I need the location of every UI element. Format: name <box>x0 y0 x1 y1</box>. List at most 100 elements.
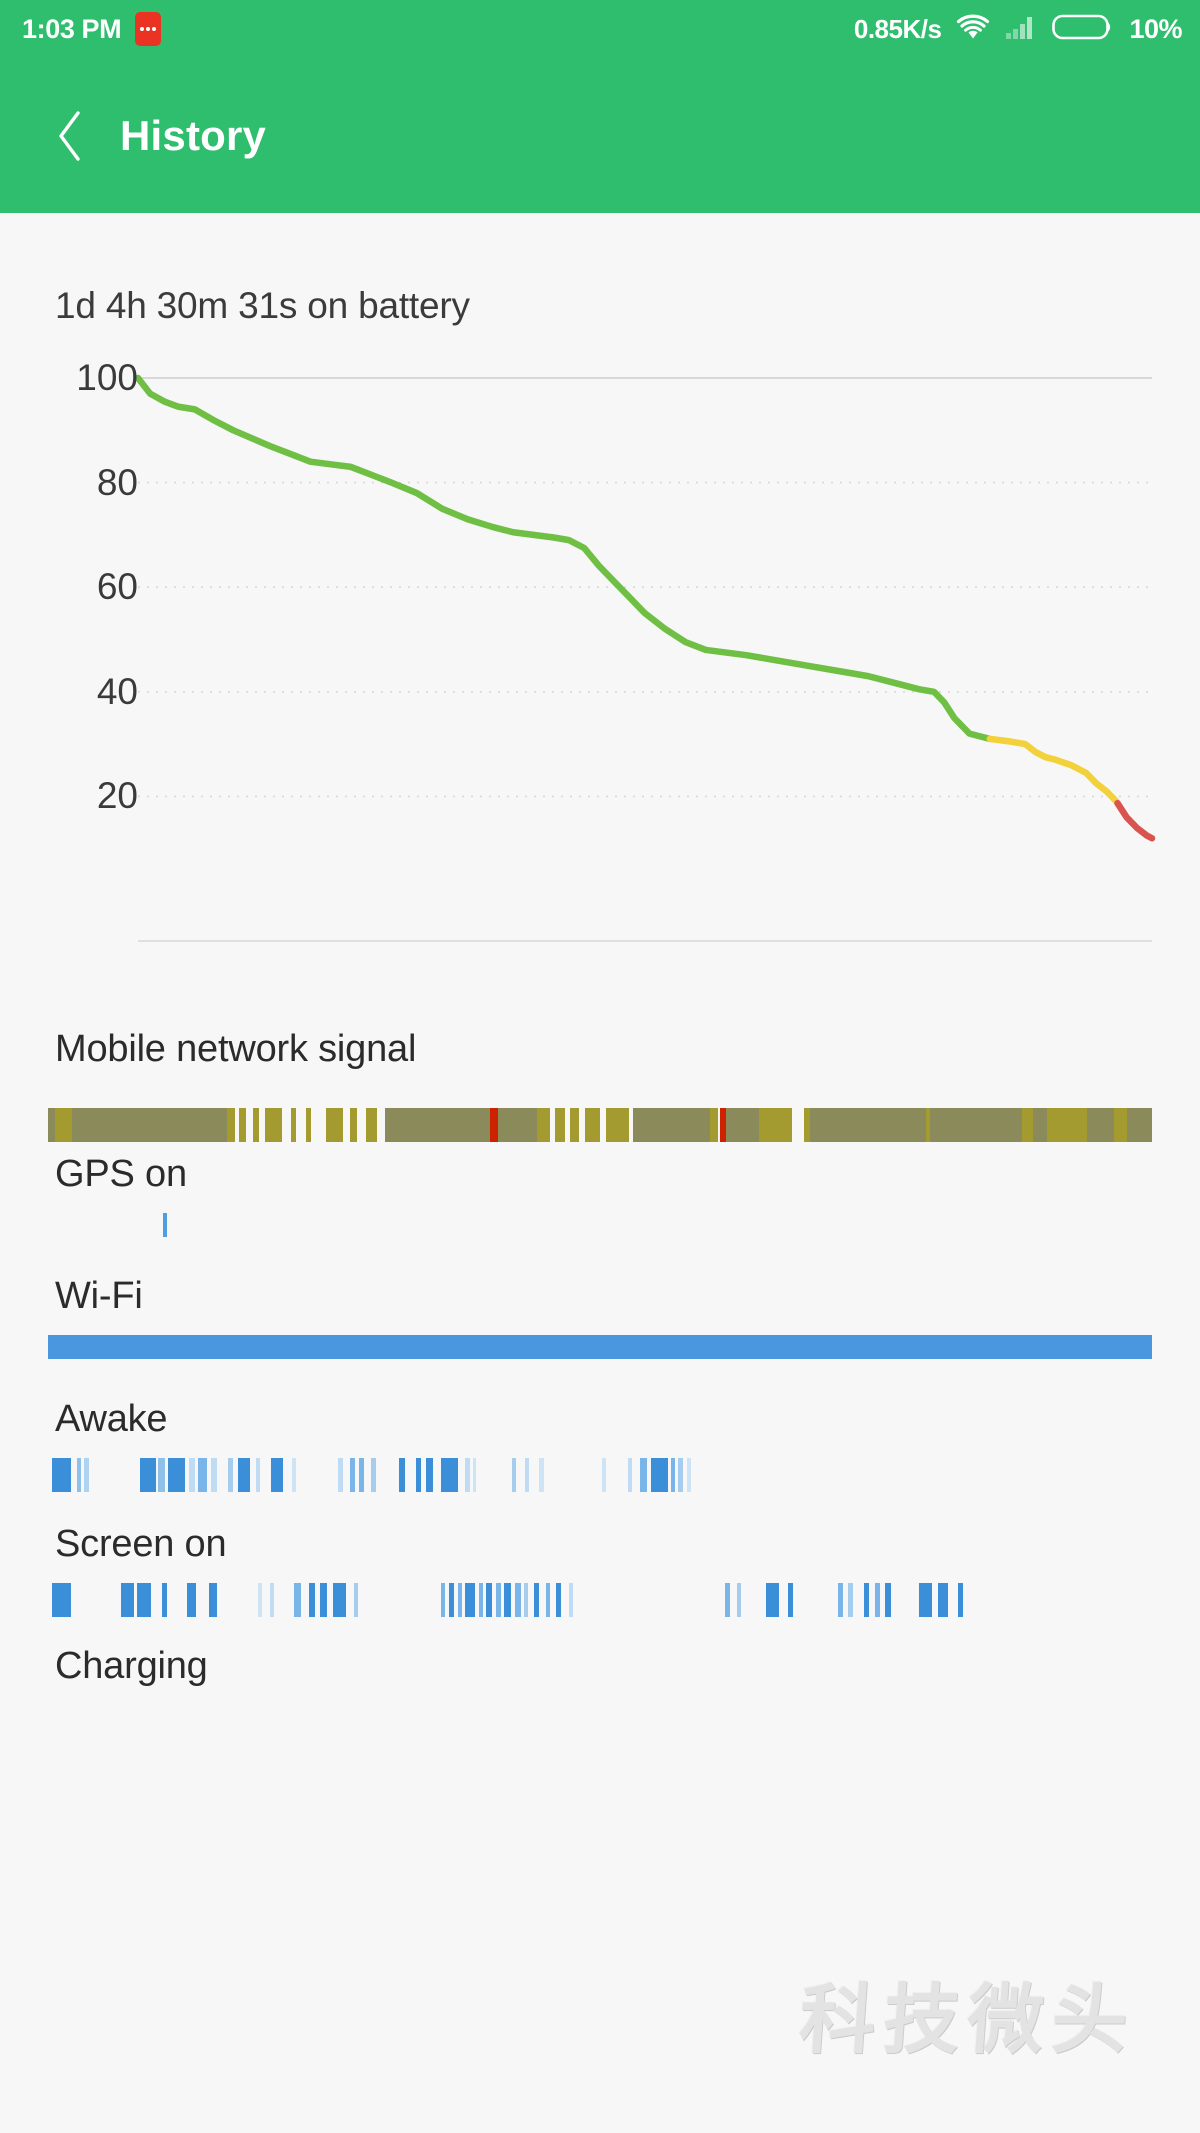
timeline-segment <box>265 1108 282 1142</box>
timeline-segment <box>556 1583 562 1617</box>
timeline-segment <box>759 1108 792 1142</box>
timeline-segment <box>534 1583 540 1617</box>
watermark-char: 科 <box>796 1958 882 2068</box>
timeline-segment <box>416 1458 422 1492</box>
timeline-segment <box>525 1458 529 1492</box>
timeline-segment <box>486 1583 492 1617</box>
timeline-segment <box>725 1583 731 1617</box>
timeline-segment <box>885 1583 892 1617</box>
row-label-gps-on: GPS on <box>55 1153 187 1196</box>
timeline-segment <box>1114 1108 1126 1142</box>
timeline-segment <box>496 1583 500 1617</box>
timeline-segment <box>350 1458 354 1492</box>
status-clock: 1:03 PM <box>22 16 121 43</box>
battery-level-chart: 10080604020 <box>0 358 1200 993</box>
row-label-awake: Awake <box>55 1398 167 1441</box>
timeline-track-mobile-network-signal[interactable] <box>48 1108 1152 1142</box>
timeline-track-wifi[interactable] <box>48 1335 1152 1359</box>
timeline-segment <box>848 1583 852 1617</box>
timeline-segment <box>1033 1108 1047 1142</box>
timeline-segment <box>140 1458 157 1492</box>
timeline-segment <box>810 1108 926 1142</box>
timeline-segment <box>52 1583 71 1617</box>
y-axis-tick-label: 60 <box>97 566 138 608</box>
timeline-segment <box>1087 1108 1115 1142</box>
timeline-segment <box>359 1458 363 1492</box>
timeline-track-gps-on[interactable] <box>48 1213 1152 1237</box>
timeline-segment <box>569 1583 573 1617</box>
timeline-segment <box>449 1583 455 1617</box>
chart-gridlines <box>138 378 1152 941</box>
timeline-segment <box>651 1458 669 1492</box>
timeline-segment <box>633 1108 710 1142</box>
cellular-signal-icon <box>1005 14 1037 45</box>
timeline-segment <box>524 1583 528 1617</box>
timeline-track-charging[interactable] <box>48 1705 1152 1739</box>
row-label-mobile-network-signal: Mobile network signal <box>55 1028 416 1071</box>
timeline-segment <box>55 1108 73 1142</box>
y-axis-tick-label: 80 <box>97 462 138 504</box>
timeline-segment <box>350 1108 357 1142</box>
timeline-segment <box>366 1108 377 1142</box>
timeline-segment <box>72 1108 227 1142</box>
timeline-segment <box>385 1108 490 1142</box>
timeline-segment <box>271 1458 283 1492</box>
battery-percent-label: 10% <box>1129 16 1182 43</box>
timeline-segment <box>426 1458 434 1492</box>
timeline-segment <box>238 1458 250 1492</box>
watermark: 科技微头 <box>800 1953 1130 2073</box>
timeline-segment <box>465 1583 475 1617</box>
timeline-segment <box>258 1583 262 1617</box>
timeline-segment <box>737 1583 741 1617</box>
timeline-segment <box>306 1108 310 1142</box>
status-bar: 1:03 PM 0.85K/s <box>0 0 1200 58</box>
timeline-segment <box>938 1583 948 1617</box>
timeline-segment <box>209 1583 217 1617</box>
battery-chart-svg <box>0 358 1200 993</box>
timeline-segment <box>919 1583 932 1617</box>
timeline-segment <box>710 1108 718 1142</box>
battery-icon <box>1052 12 1116 47</box>
timeline-segment <box>726 1108 759 1142</box>
back-chevron-icon[interactable] <box>48 104 92 168</box>
timeline-segment <box>77 1458 81 1492</box>
timeline-segment <box>930 1108 1022 1142</box>
history-content: 1d 4h 30m 31s on battery 10080604020 Mob… <box>0 213 1200 2133</box>
timeline-segment <box>585 1108 600 1142</box>
timeline-segment <box>292 1458 296 1492</box>
timeline-segment <box>515 1583 521 1617</box>
timeline-segment <box>671 1458 675 1492</box>
timeline-segment <box>253 1108 259 1142</box>
watermark-char: 技 <box>880 1958 966 2068</box>
timeline-segment <box>479 1583 483 1617</box>
timeline-segment <box>227 1108 235 1142</box>
timeline-segment <box>320 1583 328 1617</box>
y-axis-tick-label: 40 <box>97 671 138 713</box>
timeline-segment <box>504 1583 511 1617</box>
timeline-segment <box>48 1108 55 1142</box>
timeline-segment <box>309 1583 316 1617</box>
row-label-screen-on: Screen on <box>55 1523 226 1566</box>
y-axis-tick-label: 20 <box>97 775 138 817</box>
timeline-segment <box>256 1458 260 1492</box>
watermark-char: 微 <box>964 1958 1050 2068</box>
row-label-charging: Charging <box>55 1645 208 1688</box>
timeline-segment <box>198 1458 207 1492</box>
timeline-segment <box>958 1583 964 1617</box>
timeline-segment <box>1022 1108 1033 1142</box>
network-speed-label: 0.85K/s <box>854 16 942 42</box>
timeline-segment <box>333 1583 346 1617</box>
battery-level-segment <box>990 739 1118 803</box>
timeline-segment <box>458 1583 462 1617</box>
timeline-segment <box>371 1458 375 1492</box>
timeline-segment <box>864 1583 870 1617</box>
status-bar-left: 1:03 PM <box>22 12 161 46</box>
battery-duration-label: 1d 4h 30m 31s on battery <box>55 285 470 327</box>
timeline-segment <box>162 1583 168 1617</box>
battery-level-segment <box>1118 803 1152 838</box>
timeline-segment <box>537 1108 550 1142</box>
watermark-char: 头 <box>1048 1958 1134 2068</box>
timeline-track-screen-on[interactable] <box>48 1583 1152 1617</box>
timeline-track-awake[interactable] <box>48 1458 1152 1492</box>
status-bar-right: 0.85K/s 10% <box>854 12 1182 47</box>
